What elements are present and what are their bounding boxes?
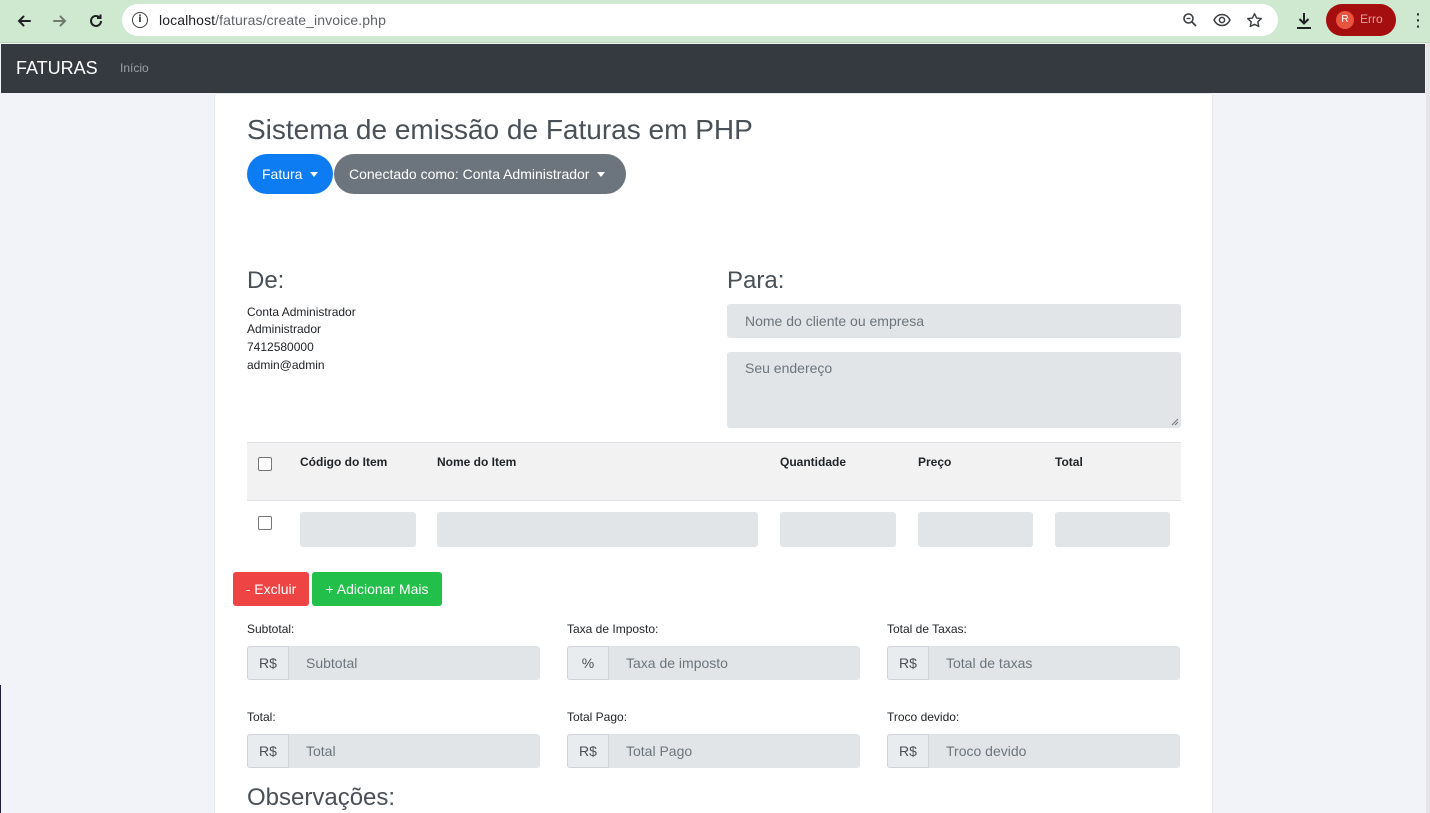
- paid-group: R$ Total Pago: [567, 734, 860, 768]
- col-item-code: Código do Item: [300, 455, 388, 469]
- currency-addon: R$: [247, 646, 289, 680]
- profile-button[interactable]: R Erro: [1326, 4, 1396, 36]
- eye-icon[interactable]: [1212, 10, 1232, 30]
- download-icon[interactable]: [1292, 9, 1316, 33]
- quantity-input[interactable]: [780, 512, 896, 547]
- change-group: R$ Troco devido: [887, 734, 1180, 768]
- total-group: R$ Total: [247, 734, 540, 768]
- window-edge: [0, 685, 1, 813]
- client-name-placeholder: Nome do cliente ou empresa: [745, 313, 924, 329]
- page-title: Sistema de emissão de Faturas em PHP: [247, 114, 753, 145]
- tax-rate-label: Taxa de Imposto:: [567, 622, 659, 636]
- row-checkbox[interactable]: [258, 516, 272, 530]
- caret-down-icon: [310, 171, 319, 177]
- delete-rows-button[interactable]: - Excluir: [233, 572, 309, 606]
- add-row-button[interactable]: + Adicionar Mais: [312, 572, 442, 606]
- notes-heading: Observações:: [247, 784, 396, 811]
- paid-input[interactable]: Total Pago: [609, 734, 860, 768]
- tax-total-input[interactable]: Total de taxas: [929, 646, 1180, 680]
- user-menu-label: Conectado como: Conta Administrador: [349, 166, 590, 182]
- from-role: Administrador: [247, 322, 322, 336]
- invoice-menu-button[interactable]: Fatura: [247, 154, 333, 194]
- page-scrollbar[interactable]: [1426, 43, 1430, 813]
- item-name-input[interactable]: [437, 512, 758, 547]
- currency-addon: R$: [887, 646, 929, 680]
- site-info-icon[interactable]: i: [132, 12, 148, 28]
- user-menu-button[interactable]: Conectado como: Conta Administrador: [334, 154, 626, 194]
- browser-toolbar: i localhost/faturas/create_invoice.php R…: [0, 0, 1430, 43]
- subtotal-input[interactable]: Subtotal: [289, 646, 540, 680]
- back-icon[interactable]: [12, 9, 36, 33]
- col-quantity: Quantidade: [780, 455, 847, 469]
- app-navbar: FATURAS Início: [1, 44, 1425, 93]
- change-label: Troco devido:: [887, 710, 960, 724]
- reload-icon[interactable]: [84, 9, 108, 33]
- items-table-header: [247, 442, 1181, 501]
- currency-addon: R$: [567, 734, 609, 768]
- paid-label: Total Pago:: [567, 710, 628, 724]
- zoom-icon[interactable]: [1180, 10, 1200, 30]
- from-heading: De:: [247, 267, 285, 294]
- address-bar[interactable]: i localhost/faturas/create_invoice.php: [122, 4, 1278, 36]
- client-address-textarea[interactable]: Seu endereço: [727, 352, 1181, 428]
- tax-total-group: R$ Total de taxas: [887, 646, 1180, 680]
- currency-addon: R$: [247, 734, 289, 768]
- navbar-brand[interactable]: FATURAS: [16, 58, 98, 79]
- currency-addon: R$: [887, 734, 929, 768]
- nav-link-home[interactable]: Início: [120, 61, 149, 75]
- subtotal-group: R$ Subtotal: [247, 646, 540, 680]
- resize-handle-icon[interactable]: [1171, 418, 1179, 426]
- profile-status: Erro: [1360, 12, 1383, 26]
- client-name-input[interactable]: Nome do cliente ou empresa: [727, 304, 1181, 338]
- to-heading: Para:: [727, 267, 785, 294]
- total-input[interactable]: Total: [289, 734, 540, 768]
- select-all-checkbox[interactable]: [258, 457, 272, 471]
- col-price: Preço: [918, 455, 952, 469]
- invoice-menu-label: Fatura: [262, 166, 303, 182]
- forward-icon[interactable]: [48, 9, 72, 33]
- col-total: Total: [1055, 455, 1083, 469]
- from-email: admin@admin: [247, 358, 325, 372]
- total-label: Total:: [247, 710, 276, 724]
- menu-icon[interactable]: ⋮: [1408, 10, 1428, 32]
- avatar: R: [1336, 11, 1354, 29]
- tax-total-label: Total de Taxas:: [887, 622, 967, 636]
- tax-rate-input[interactable]: Taxa de imposto: [609, 646, 860, 680]
- tax-rate-group: % Taxa de imposto: [567, 646, 860, 680]
- change-input[interactable]: Troco devido: [929, 734, 1180, 768]
- caret-down-icon: [597, 171, 606, 177]
- item-code-input[interactable]: [300, 512, 416, 547]
- subtotal-label: Subtotal:: [247, 622, 295, 636]
- star-icon[interactable]: [1244, 10, 1264, 30]
- col-item-name: Nome do Item: [437, 455, 517, 469]
- item-total-input[interactable]: [1055, 512, 1170, 547]
- percent-addon: %: [567, 646, 609, 680]
- url-text: localhost/faturas/create_invoice.php: [159, 12, 386, 28]
- from-name: Conta Administrador: [247, 305, 356, 319]
- from-phone: 7412580000: [247, 340, 314, 354]
- client-address-placeholder: Seu endereço: [745, 360, 833, 376]
- price-input[interactable]: [918, 512, 1033, 547]
